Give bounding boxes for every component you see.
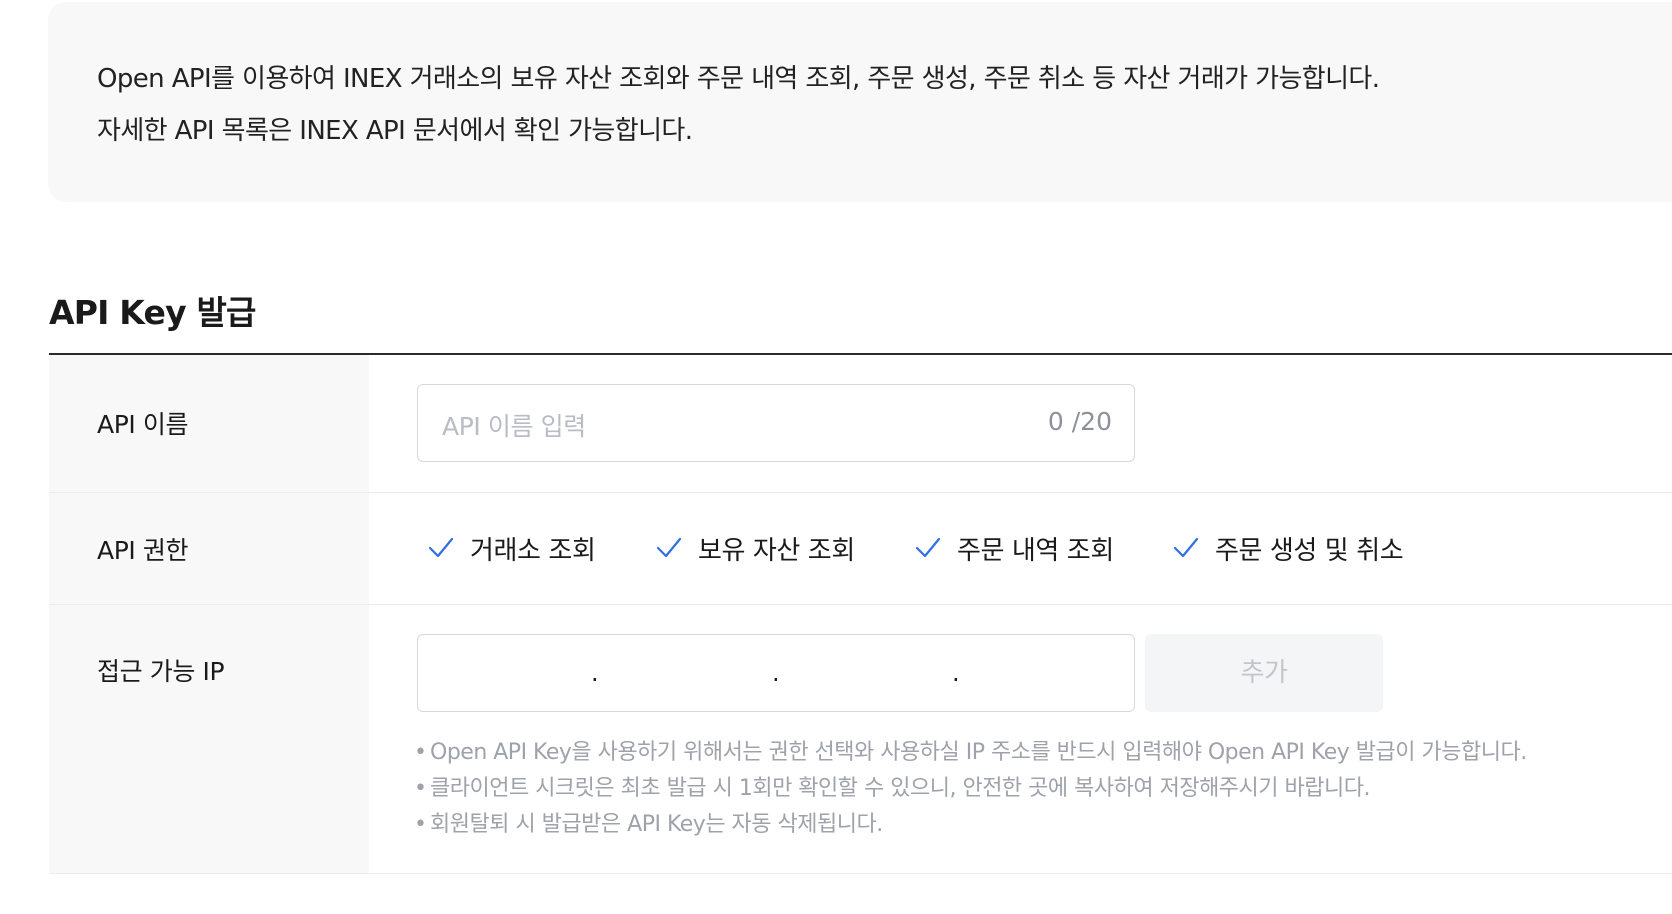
ip-address-input[interactable]: . . . <box>417 634 1135 712</box>
permission-label: 보유 자산 조회 <box>698 536 855 566</box>
allowed-ip-label: 접근 가능 IP <box>97 657 225 686</box>
intro-line-2: 자세한 API 목록은 INEX API 문서에서 확인 가능합니다. <box>97 116 693 146</box>
check-icon <box>428 537 454 558</box>
note-item: 회원탈퇴 시 발급받은 API Key는 자동 삭제됩니다. <box>414 810 1527 846</box>
permission-label: 주문 생성 및 취소 <box>1215 536 1404 566</box>
permission-label: 거래소 조회 <box>470 536 596 566</box>
api-permission-label: API 권한 <box>97 536 189 565</box>
add-ip-button[interactable]: 추가 <box>1145 634 1383 712</box>
api-name-char-counter: 0 /20 <box>1047 407 1112 436</box>
permission-label: 주문 내역 조회 <box>957 536 1114 566</box>
ip-notes-list: Open API Key을 사용하기 위해서는 권한 선택와 사용하실 IP 주… <box>414 738 1527 846</box>
note-item: 클라이언트 시크릿은 최초 발급 시 1회만 확인할 수 있으니, 안전한 곳에… <box>414 774 1527 810</box>
api-name-input[interactable]: API 이름 입력 0 /20 <box>417 384 1135 462</box>
ip-separator: . <box>952 659 960 687</box>
api-name-label: API 이름 <box>97 410 189 439</box>
check-icon <box>915 537 941 558</box>
section-title: API Key 발급 <box>49 293 256 332</box>
ip-separator: . <box>591 659 599 687</box>
note-item: Open API Key을 사용하기 위해서는 권한 선택와 사용하실 IP 주… <box>414 738 1527 774</box>
check-icon <box>656 537 682 558</box>
row-divider <box>49 873 1672 874</box>
check-icon <box>1173 537 1199 558</box>
api-permission-row: API 권한 <box>49 493 1672 604</box>
ip-separator: . <box>772 659 780 687</box>
allowed-ip-label-cell <box>49 605 369 873</box>
intro-line-1: Open API를 이용하여 INEX 거래소의 보유 자산 조회와 주문 내역… <box>97 64 1380 94</box>
api-name-placeholder: API 이름 입력 <box>442 412 586 441</box>
intro-info-box <box>48 2 1672 202</box>
